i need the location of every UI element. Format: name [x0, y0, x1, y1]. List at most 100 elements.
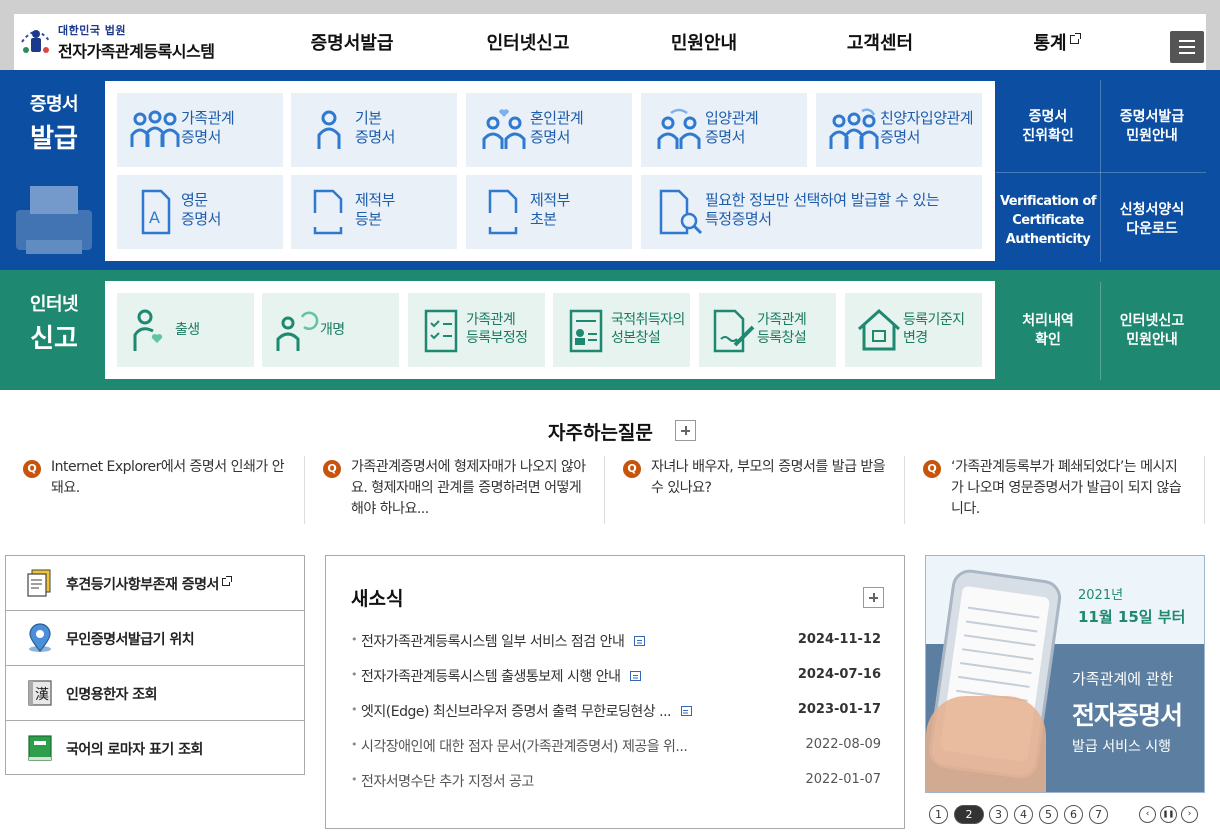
nav-statistics[interactable]: 통계 [968, 14, 1144, 70]
quick-label-line1: 증명서발급 [1119, 109, 1185, 125]
e-certificate-banner[interactable]: 2021년 11월 15일 부터 가족관계에 관한 전자증명서 발급 서비스 시… [925, 555, 1205, 793]
card-label-line1: 혼인관계 [530, 109, 584, 127]
page-dot-2[interactable]: 2 [954, 805, 984, 824]
link-kiosk-location[interactable]: 무인증명서발급기 위치 [6, 611, 304, 666]
page-dot-3[interactable]: 3 [989, 805, 1008, 824]
nav-label: 인터넷신고 [486, 33, 570, 54]
card-register-correction[interactable]: 가족관계 등록부정정 [408, 293, 545, 367]
pause-icon[interactable]: ❚❚ [1160, 806, 1177, 823]
card-birth-report[interactable]: 출생 [117, 293, 254, 367]
card-label-line1: 친양자입양관계 [880, 109, 974, 127]
quick-label-line1: 인터넷신고 [1119, 313, 1185, 329]
card-basic-certificate[interactable]: 기본 증명서 [291, 93, 457, 167]
card-removed-register-abstract[interactable]: 제적부 초본 [466, 175, 632, 249]
page-dot-6[interactable]: 6 [1064, 805, 1083, 824]
question-icon: Q [923, 460, 941, 478]
external-link-icon [1069, 33, 1081, 44]
card-name-change[interactable]: 개명 [262, 293, 399, 367]
link-name-hanja-lookup[interactable]: 漢 인명용한자 조회 [6, 666, 304, 721]
page-dot-4[interactable]: 4 [1014, 805, 1033, 824]
card-label-line2: 특정증명서 [705, 210, 772, 228]
document-line [963, 634, 1036, 647]
faq-item[interactable]: Q 자녀나 배우자, 부모의 증명서를 발급 받을 수 있나요? [605, 456, 905, 524]
news-item[interactable]: • 전자가족관계등록시스템 출생통보제 시행 안내 2024-07-16 [351, 664, 881, 688]
link-guardianship-certificate[interactable]: 후견등기사항부존재 증명서 [6, 556, 304, 611]
faq-more-button[interactable] [675, 420, 696, 441]
site-header: 대한민국 법원 전자가족관계등록시스템 증명서발급 인터넷신고 민원안내 고객센… [14, 14, 1206, 70]
card-naturalized-surname-creation[interactable]: 국적취득자의성본창설 [553, 293, 690, 367]
card-label-line2: 증명서 [880, 128, 920, 146]
faq-item[interactable]: Q Internet Explorer에서 증명서 인쇄가 안돼요. [5, 456, 305, 524]
card-label-line2: 증명서 [355, 128, 395, 146]
card-registration-base-change[interactable]: 등록기준지 변경 [845, 293, 982, 367]
checklist-icon [424, 309, 458, 353]
hamburger-icon [1179, 46, 1195, 48]
full-adoption-icon [829, 108, 879, 149]
card-label-line1: 가족관계 [181, 109, 235, 127]
nav-label: 증명서발급 [310, 33, 394, 54]
link-romanization-lookup[interactable]: 국어의 로마자 표기 조회 [6, 721, 304, 776]
quick-application-form-download[interactable]: 신청서양식 다운로드 [1102, 176, 1202, 264]
site-logo[interactable]: 대한민국 법원 전자가족관계등록시스템 [14, 18, 224, 66]
quick-label-line2: 확인 [1035, 332, 1061, 348]
news-item-title: 시각장애인에 대한 점자 문서(가족관계증명서) 제공을 위... [361, 739, 688, 755]
hanja-book-icon: 漢 [28, 680, 52, 706]
nav-customer-center[interactable]: 고객센터 [792, 14, 968, 70]
news-item[interactable]: • 전자서명수단 추가 지정서 공고 2022-01-07 [351, 769, 881, 793]
news-item[interactable]: • 시각장애인에 대한 점자 문서(가족관계증명서) 제공을 위... 2022… [351, 734, 881, 758]
card-marriage-certificate[interactable]: 혼인관계 증명서 [466, 93, 632, 167]
card-label-line2: 등록창설 [757, 330, 807, 346]
card-label-line2: 증명서 [181, 128, 221, 146]
next-icon[interactable]: › [1181, 806, 1198, 823]
faq-item[interactable]: Q 가족관계증명서에 형제자매가 나오지 않아요. 형제자매의 관계를 증명하려… [305, 456, 605, 524]
document-line [960, 662, 1032, 675]
printer-icon [16, 186, 92, 254]
news-item[interactable]: • 엣지(Edge) 최신브라우저 증명서 출력 무한로딩현상 ... 2023… [351, 699, 881, 723]
quick-certificate-issue-guide[interactable]: 증명서발급 민원안내 [1102, 82, 1202, 172]
card-label-line1: 국적취득자의 [611, 312, 685, 328]
id-document-icon [569, 309, 603, 353]
new-post-icon [680, 706, 692, 716]
card-full-adoption-certificate[interactable]: 친양자입양관계 증명서 [816, 93, 982, 167]
question-icon: Q [23, 460, 41, 478]
card-specific-certificate[interactable]: 필요한 정보만 선택하여 발급할 수 있는 특정증명서 [641, 175, 982, 249]
card-label-line2: 성본창설 [611, 330, 661, 346]
news-item[interactable]: • 전자가족관계등록시스템 일부 서비스 점검 안내 2024-11-12 [351, 629, 881, 653]
nav-civil-guide[interactable]: 민원안내 [616, 14, 792, 70]
quick-report-guide[interactable]: 인터넷신고 민원안내 [1102, 284, 1202, 378]
card-removed-register-copy[interactable]: 제적부 등본 [291, 175, 457, 249]
nav-certificate[interactable]: 증명서발급 [264, 14, 440, 70]
card-label-line2: 등록부정정 [466, 330, 528, 346]
news-item-date: 2023-01-17 [797, 702, 881, 717]
card-label-line1: 입양관계 [705, 109, 759, 127]
new-post-icon [630, 671, 642, 681]
nav-internet-report[interactable]: 인터넷신고 [440, 14, 616, 70]
card-english-certificate[interactable]: A 영문 증명서 [117, 175, 283, 249]
faq-item[interactable]: Q ‘가족관계등록부가 폐쇄되었다’는 메시지가 나오며 영문증명서가 발급이 … [905, 456, 1205, 524]
news-more-button[interactable] [863, 587, 884, 608]
card-label-line2: 증명서 [530, 128, 570, 146]
page-dot-1[interactable]: 1 [929, 805, 948, 824]
prev-icon[interactable]: ‹ [1139, 806, 1156, 823]
adoption-icon [657, 108, 701, 149]
news-item-title: 엣지(Edge) 최신브라우저 증명서 출력 무한로딩현상 ... [361, 704, 671, 720]
card-family-relation-certificate[interactable]: 가족관계 증명서 [117, 93, 283, 167]
document-line [967, 606, 1040, 619]
family-icon [130, 110, 180, 147]
page-dot-7[interactable]: 7 [1089, 805, 1108, 824]
bullet-icon: • [351, 633, 358, 646]
quick-verification-of-authenticity[interactable]: Verification of Certificate Authenticity [996, 176, 1100, 264]
banner-headline: 전자증명서 [1072, 701, 1183, 730]
card-register-creation[interactable]: 가족관계 등록창설 [699, 293, 836, 367]
faq-question: 자녀나 배우자, 부모의 증명서를 발급 받을 수 있나요? [651, 459, 886, 496]
quick-processing-history[interactable]: 처리내역 확인 [998, 284, 1098, 378]
card-adoption-certificate[interactable]: 입양관계 증명서 [641, 93, 807, 167]
new-post-icon [634, 636, 646, 646]
hamburger-menu-button[interactable] [1170, 31, 1204, 63]
page-dot-5[interactable]: 5 [1039, 805, 1058, 824]
svg-text:A: A [149, 208, 160, 227]
quick-divider [1100, 80, 1101, 262]
quick-certificate-verify[interactable]: 증명서 진위확인 [998, 82, 1098, 172]
bullet-icon: • [351, 668, 358, 681]
section-title-big: 발급 [30, 124, 78, 154]
